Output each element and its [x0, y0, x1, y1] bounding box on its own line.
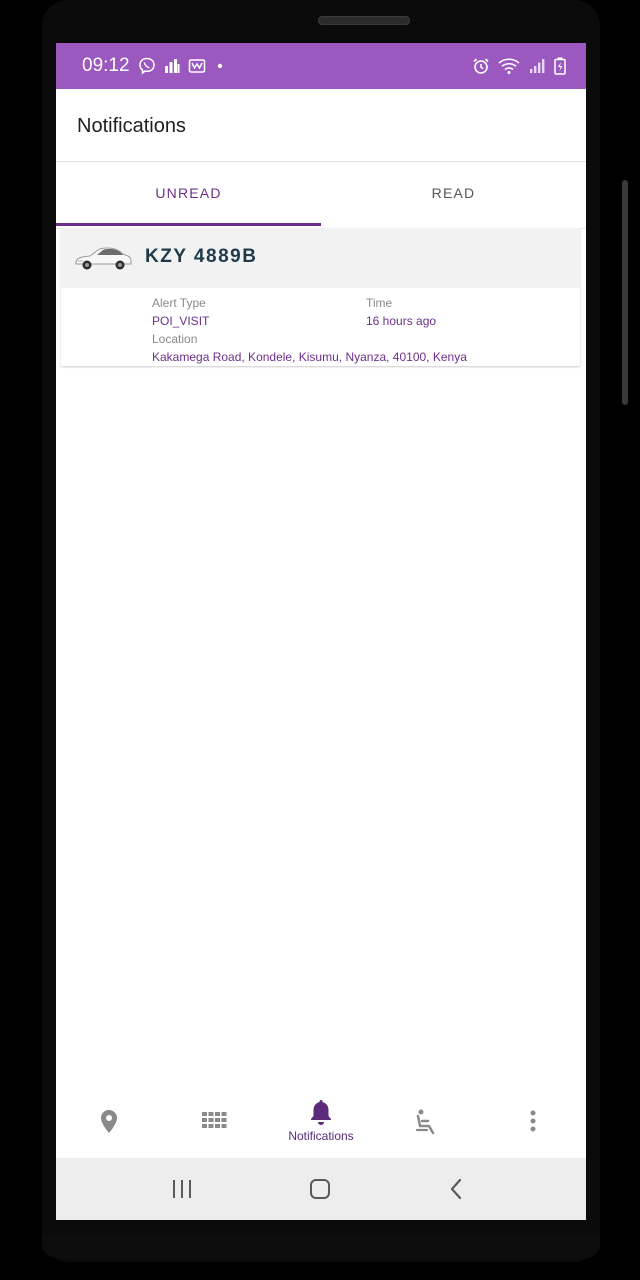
screen: 09:12 Notifications UNREAD READ KZY 4889… [56, 43, 586, 1220]
status-time: 09:12 [82, 55, 130, 76]
bell-icon [311, 1100, 331, 1125]
page-title: Notifications [77, 115, 186, 137]
phone-bottom-bezel [42, 1236, 600, 1258]
time-label: Time [366, 296, 393, 310]
car-icon [75, 247, 132, 270]
viber-icon [139, 57, 155, 75]
system-nav-bar [56, 1158, 586, 1220]
mail-icon [188, 59, 206, 73]
status-left-icons [138, 57, 227, 75]
nav-item-grid[interactable] [162, 1091, 268, 1157]
tab-unread-label: UNREAD [155, 185, 222, 201]
status-right-icons [472, 57, 566, 75]
status-bar: 09:12 [56, 43, 586, 89]
more-vert-icon [530, 1110, 536, 1132]
alert-type-label: Alert Type [152, 296, 206, 310]
back-icon[interactable] [446, 1178, 468, 1200]
location-value: Kakamega Road, Kondele, Kisumu, Nyanza, … [152, 350, 467, 364]
tab-read[interactable]: READ [321, 162, 586, 224]
wifi-icon [498, 58, 520, 74]
alarm-icon [473, 58, 489, 74]
nav-notifications-label: Notifications [288, 1129, 354, 1143]
recent-apps-icon[interactable] [171, 1178, 193, 1200]
bottom-navigation: Notifications [56, 1091, 586, 1157]
speaker-grille [318, 16, 410, 25]
vehicle-plate: KZY 4889B [145, 246, 258, 267]
seat-icon [415, 1109, 435, 1135]
notification-card[interactable]: KZY 4889B Alert Type POI_VISIT Time 16 h… [61, 228, 580, 366]
time-value: 16 hours ago [366, 314, 437, 328]
chart-icon [165, 59, 180, 73]
alert-type-value: POI_VISIT [152, 314, 210, 328]
dot-icon [217, 63, 223, 69]
nav-item-notifications[interactable]: Notifications [268, 1091, 374, 1157]
home-icon[interactable] [309, 1178, 331, 1200]
side-button [622, 180, 628, 405]
signal-icon [530, 59, 545, 73]
battery-icon [554, 57, 566, 75]
nav-item-more[interactable] [480, 1091, 586, 1157]
tab-bar: UNREAD READ [56, 162, 586, 229]
tab-unread[interactable]: UNREAD [56, 162, 321, 224]
tab-indicator [56, 223, 321, 226]
nav-item-location[interactable] [56, 1091, 162, 1157]
app-bar: Notifications [56, 89, 586, 162]
location-pin-icon [101, 1110, 117, 1133]
tab-read-label: READ [431, 185, 476, 201]
notification-card-header: KZY 4889B [61, 228, 580, 288]
location-label: Location [152, 332, 198, 346]
nav-item-seat[interactable] [374, 1091, 480, 1157]
grid-icon [202, 1112, 227, 1128]
